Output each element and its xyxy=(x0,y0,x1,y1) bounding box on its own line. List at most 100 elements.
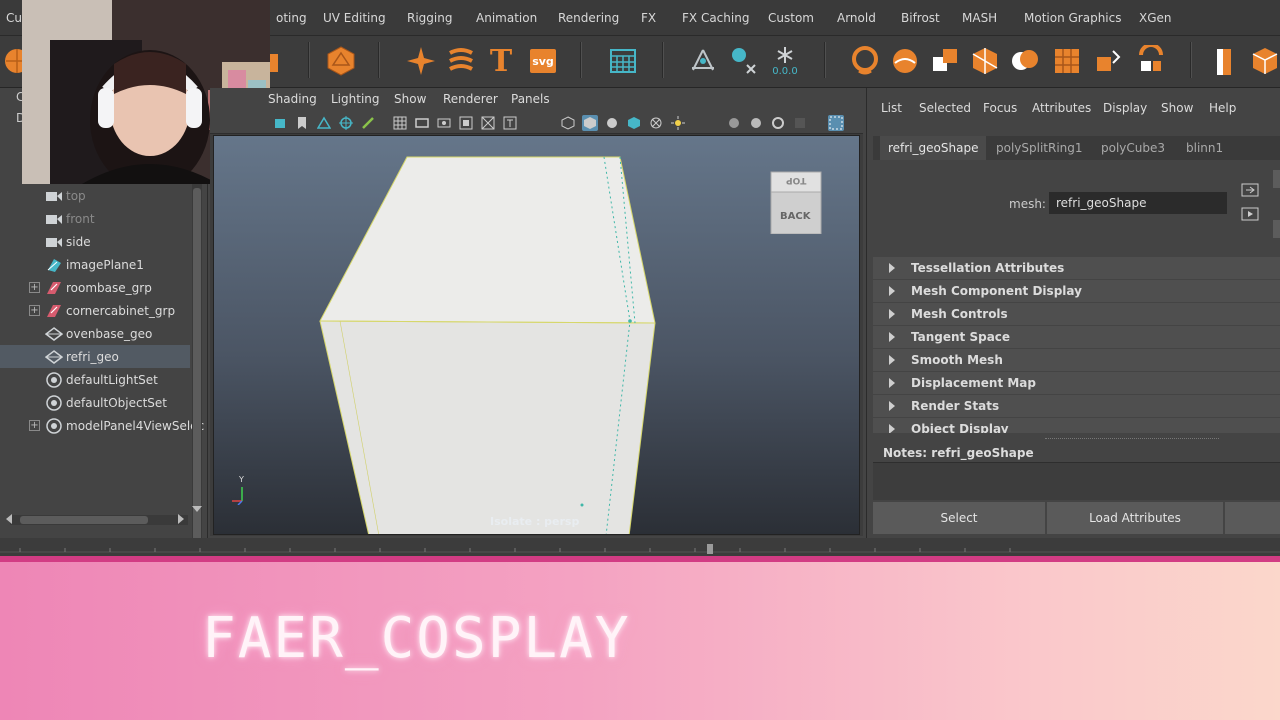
view-cube-back-label[interactable]: BACK xyxy=(780,211,810,222)
isolate-select-icon[interactable] xyxy=(726,115,742,131)
viewport-menu-lighting[interactable]: Lighting xyxy=(331,92,380,106)
outliner-item-modelpanel4viewselec[interactable]: + modelPanel4ViewSelec xyxy=(0,414,204,437)
default-material-icon[interactable] xyxy=(604,115,620,131)
2d-pan-zoom-icon[interactable] xyxy=(338,115,354,131)
frame-all-icon[interactable] xyxy=(828,115,844,131)
shelf-tab-rendering[interactable]: Rendering xyxy=(558,11,619,25)
outliner-item-roombase-grp[interactable]: + roombase_grp xyxy=(0,276,190,299)
outliner-item-defaultobjectset[interactable]: defaultObjectSet xyxy=(0,391,190,414)
tab-polycube3[interactable]: polyCube3 xyxy=(1093,136,1173,160)
section-render-stats[interactable]: Render Stats xyxy=(873,395,1280,417)
expand-triangle-icon[interactable] xyxy=(889,286,895,296)
expand-toggle-icon[interactable]: + xyxy=(29,420,40,431)
scroll-right-arrow-icon[interactable] xyxy=(178,514,184,524)
shelf-tab-motion-graphics[interactable]: Motion Graphics xyxy=(1024,11,1122,25)
scroll-down-arrow-icon[interactable] xyxy=(192,506,202,512)
expand-toggle-icon[interactable]: + xyxy=(29,282,40,293)
expand-triangle-icon[interactable] xyxy=(889,424,895,433)
outliner-item-imageplane1[interactable]: imagePlane1 xyxy=(0,253,190,276)
time-slider[interactable] xyxy=(0,538,1280,558)
shelf-tab-custom[interactable]: Custom xyxy=(768,11,814,25)
section-tangent-space[interactable]: Tangent Space xyxy=(873,326,1280,348)
view-cube[interactable]: TOP BACK xyxy=(767,166,825,235)
type-tool-icon[interactable]: T xyxy=(484,44,518,79)
svg-tool-icon[interactable]: svg xyxy=(526,44,560,78)
expand-triangle-icon[interactable] xyxy=(889,332,895,342)
shelf-tab-animation[interactable]: Animation xyxy=(476,11,537,25)
mesh-name-field[interactable]: refri_geoShape xyxy=(1049,192,1227,214)
cube-outline-icon[interactable] xyxy=(1248,44,1280,78)
refrigerator-mesh[interactable] xyxy=(214,136,860,535)
expand-toggle-icon[interactable]: + xyxy=(29,305,40,316)
expand-triangle-icon[interactable] xyxy=(889,263,895,273)
cylinder-icon[interactable] xyxy=(1208,44,1242,78)
super-shape-icon[interactable] xyxy=(404,44,438,78)
textured-toggle-icon[interactable] xyxy=(626,115,642,131)
gate-mask-icon[interactable] xyxy=(458,115,474,131)
shelf-tab-arnold[interactable]: Arnold xyxy=(837,11,876,25)
scroll-left-arrow-icon[interactable] xyxy=(6,514,12,524)
ae-menu-show[interactable]: Show xyxy=(1161,101,1193,115)
outliner-item-front[interactable]: front xyxy=(0,207,190,230)
lighting-toggle-icon[interactable] xyxy=(670,115,686,131)
smooth-shade-toggle-icon[interactable] xyxy=(582,115,598,131)
field-chart-icon[interactable] xyxy=(480,115,496,131)
mirror-icon[interactable] xyxy=(1134,44,1168,78)
show-input-output-icon[interactable] xyxy=(1241,206,1261,225)
shelf-tab-rigging[interactable]: Rigging xyxy=(407,11,452,25)
outliner-horizontal-scroll-thumb[interactable] xyxy=(20,516,148,524)
outliner-item-side[interactable]: side xyxy=(0,230,190,253)
ae-right-edge-scroll-marker[interactable] xyxy=(1273,170,1280,188)
outliner-vertical-scroll-thumb[interactable] xyxy=(193,188,201,588)
extract-icon[interactable] xyxy=(1050,44,1084,78)
pivot-icon[interactable] xyxy=(686,44,720,78)
outliner-item-defaultlightset[interactable]: defaultLightSet xyxy=(0,368,190,391)
outliner-item-refri-geo[interactable]: refri_geo xyxy=(0,345,190,368)
calendar-grid-icon[interactable] xyxy=(606,44,640,78)
ambient-occlusion-icon[interactable] xyxy=(748,115,764,131)
shelf-tab-mash[interactable]: MASH xyxy=(962,11,997,25)
viewport-menu-shading[interactable]: Shading xyxy=(268,92,317,106)
combine-icon[interactable] xyxy=(928,44,962,78)
anti-aliasing-icon[interactable] xyxy=(792,115,808,131)
grid-toggle-icon[interactable] xyxy=(392,115,408,131)
section-mesh-controls[interactable]: Mesh Controls xyxy=(873,303,1280,325)
resolution-gate-icon[interactable] xyxy=(436,115,452,131)
separate-icon[interactable] xyxy=(968,44,1002,78)
view-cube-top-label[interactable]: TOP xyxy=(786,175,806,185)
section-tessellation-attributes[interactable]: Tessellation Attributes xyxy=(873,257,1280,279)
sweep-mesh-icon[interactable] xyxy=(444,44,478,78)
copy-tab-button[interactable] xyxy=(1225,502,1280,534)
select-button[interactable]: Select xyxy=(873,502,1045,534)
expand-triangle-icon[interactable] xyxy=(889,309,895,319)
focus-node-icon[interactable] xyxy=(1241,182,1261,201)
wireframe-toggle-icon[interactable] xyxy=(560,115,576,131)
ae-menu-selected[interactable]: Selected xyxy=(919,101,971,115)
section-displacement-map[interactable]: Displacement Map xyxy=(873,372,1280,394)
freeze-transform-icon[interactable]: 0.0.0 xyxy=(768,44,802,78)
shelf-tab-fx-caching[interactable]: FX Caching xyxy=(682,11,749,25)
lasso-select-icon[interactable] xyxy=(848,44,882,78)
grease-pencil-icon[interactable] xyxy=(360,115,376,131)
image-plane-toggle-icon[interactable] xyxy=(316,115,332,131)
ae-menu-help[interactable]: Help xyxy=(1209,101,1236,115)
camera-attributes-icon[interactable] xyxy=(272,115,288,131)
outliner-item-top[interactable]: top xyxy=(0,184,190,207)
boolean-icon[interactable] xyxy=(1008,44,1042,78)
outliner-item-cornercabinet-grp[interactable]: + cornercabinet_grp xyxy=(0,299,190,322)
tab-polysplitring1[interactable]: polySplitRing1 xyxy=(988,136,1091,160)
expand-triangle-icon[interactable] xyxy=(889,355,895,365)
motion-blur-icon[interactable] xyxy=(770,115,786,131)
load-attributes-button[interactable]: Load Attributes xyxy=(1047,502,1223,534)
ae-menu-list[interactable]: List xyxy=(881,101,902,115)
smooth-icon[interactable] xyxy=(1092,44,1126,78)
film-gate-icon[interactable] xyxy=(414,115,430,131)
section-object-display[interactable]: Object Display xyxy=(873,418,1280,433)
ae-menu-focus[interactable]: Focus xyxy=(983,101,1017,115)
section-smooth-mesh[interactable]: Smooth Mesh xyxy=(873,349,1280,371)
tab-blinn1[interactable]: blinn1 xyxy=(1178,136,1231,160)
viewport-menu-show[interactable]: Show xyxy=(394,92,426,106)
notes-text-area[interactable] xyxy=(873,462,1280,500)
shelf-tab-fx[interactable]: FX xyxy=(641,11,656,25)
shelf-tab-curves[interactable]: Cu xyxy=(6,11,22,25)
